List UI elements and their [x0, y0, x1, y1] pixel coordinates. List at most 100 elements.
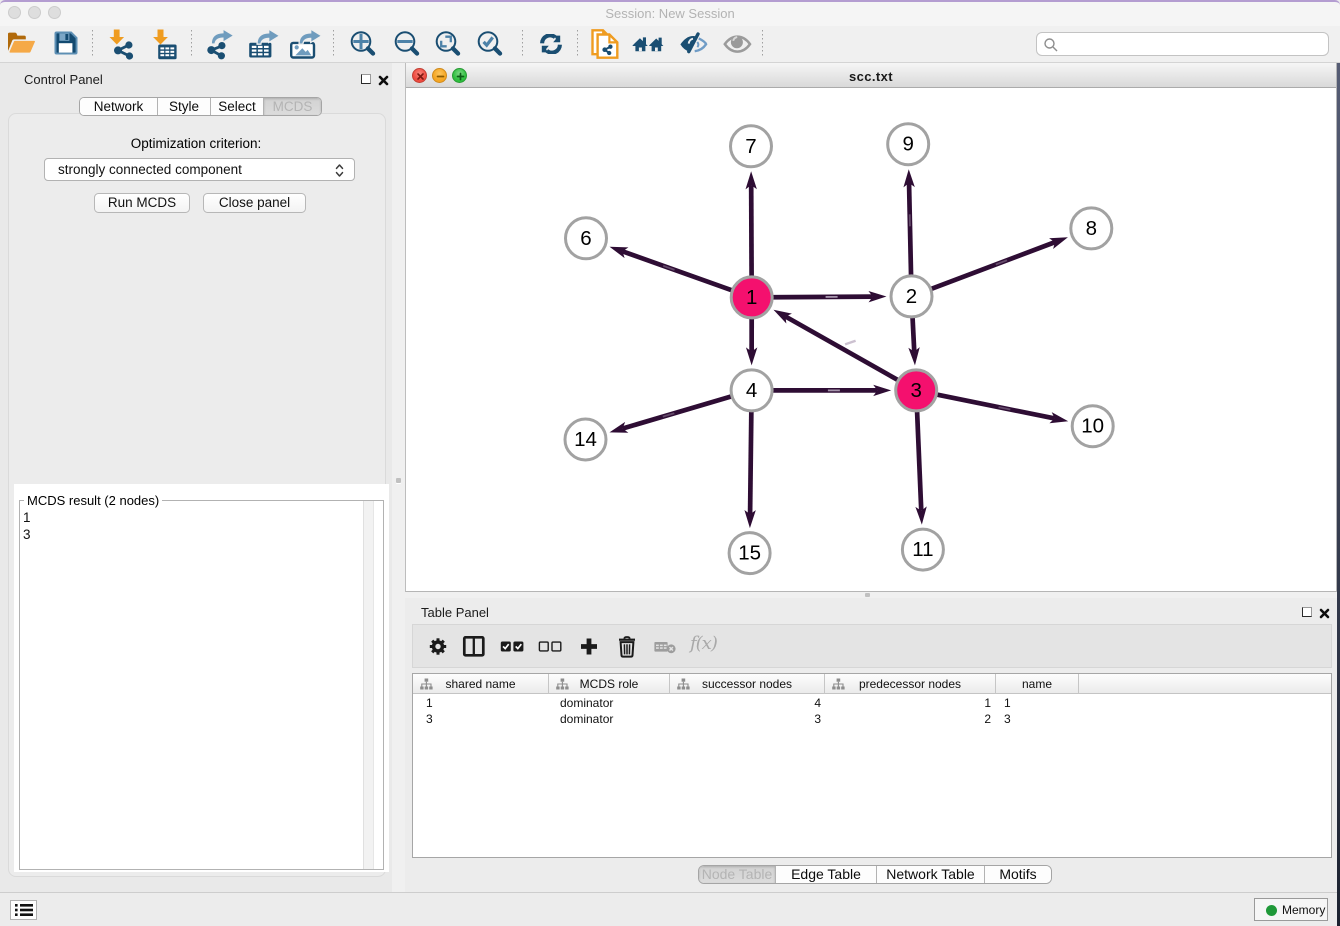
memory-button[interactable]: Memory	[1254, 898, 1328, 921]
eye-glyph	[723, 33, 753, 55]
toolbar-separator	[191, 30, 192, 56]
close-panel-button[interactable]: Close panel	[203, 193, 306, 213]
table-cell[interactable]: dominator	[549, 711, 670, 727]
open-session-icon[interactable]	[7, 31, 37, 61]
edge-2-9[interactable]	[909, 183, 911, 275]
close-x-glyph	[1319, 608, 1330, 619]
network-window: scc.txt 1234678910111415	[405, 63, 1337, 592]
search-input[interactable]	[1063, 34, 1323, 54]
table-cell[interactable]: 1	[825, 695, 996, 711]
tab-mcds[interactable]: MCDS	[264, 98, 321, 115]
import-table-icon[interactable]	[151, 29, 179, 59]
share-document-icon[interactable]	[588, 27, 620, 57]
edge-1-2[interactable]	[773, 297, 873, 298]
edge-3-1[interactable]	[785, 316, 897, 380]
table-cell[interactable]: 3	[413, 711, 549, 727]
column-header-shared-name[interactable]: shared name	[413, 674, 549, 694]
zoom-in-icon[interactable]	[348, 28, 376, 58]
tab-select[interactable]: Select	[211, 98, 264, 115]
column-type-icon	[832, 678, 845, 690]
toolbar-separator	[522, 30, 523, 56]
add-icon[interactable]	[575, 634, 603, 660]
column-header-MCDS-role[interactable]: MCDS role	[549, 674, 670, 694]
docshare-glyph	[588, 27, 620, 59]
tablex-glyph	[651, 634, 679, 660]
task-history-button[interactable]	[10, 900, 37, 920]
control-panel-close-icon[interactable]	[378, 75, 389, 86]
edge-2-3[interactable]	[913, 317, 915, 351]
run-mcds-button[interactable]: Run MCDS	[94, 193, 190, 213]
edge-3-10[interactable]	[937, 395, 1055, 419]
tab-motifs[interactable]: Motifs	[985, 866, 1051, 883]
table-cell[interactable]: 1	[996, 695, 1079, 711]
node-table[interactable]: shared nameMCDS rolesuccessor nodes prede…	[412, 673, 1332, 858]
network-window-title: scc.txt	[406, 69, 1336, 84]
tab-network[interactable]: Network	[80, 98, 158, 115]
table-cell[interactable]: 1	[413, 695, 549, 711]
zoom-out-icon[interactable]	[392, 28, 420, 58]
result-scrollbar[interactable]	[363, 501, 374, 869]
node-label-15: 15	[738, 542, 761, 565]
mcds-result-groupbox	[19, 500, 384, 870]
edge-4-14[interactable]	[623, 396, 732, 428]
edge-4-15[interactable]	[750, 411, 751, 514]
network-canvas[interactable]: 1234678910111415	[406, 88, 1336, 591]
zoom-fit-icon[interactable]	[433, 28, 461, 58]
table-row[interactable]: 1dominator411	[413, 695, 1331, 711]
table-header-row[interactable]: shared nameMCDS rolesuccessor nodes prede…	[413, 674, 1331, 694]
export-image-icon[interactable]	[290, 26, 324, 56]
plus-glyph	[575, 634, 603, 660]
home-icon[interactable]	[632, 33, 665, 63]
mcds-result-list[interactable]: 1 3	[23, 510, 31, 543]
deselect-all-icon[interactable]	[536, 634, 564, 660]
zoom-selected-icon[interactable]	[475, 28, 503, 58]
splitter-handle[interactable]	[865, 593, 870, 597]
show-columns-icon[interactable]	[460, 634, 488, 660]
cols-glyph	[460, 634, 488, 660]
column-type-icon	[556, 678, 569, 690]
tab-edge-table[interactable]: Edge Table	[776, 866, 877, 883]
show-eye-icon[interactable]	[723, 33, 753, 63]
import-network-icon[interactable]	[108, 29, 134, 59]
table-row[interactable]: 3dominator323	[413, 711, 1331, 727]
tab-network-table[interactable]: Network Table	[877, 866, 985, 883]
select-all-icon[interactable]	[498, 634, 526, 660]
zout-glyph	[392, 28, 420, 58]
table-cell[interactable]: 2	[825, 711, 996, 727]
control-panel-float-icon[interactable]	[361, 74, 371, 84]
criterion-select[interactable]: strongly connected component	[44, 158, 355, 181]
tab-style[interactable]: Style	[158, 98, 211, 115]
table-panel-float-icon[interactable]	[1302, 607, 1312, 617]
refresh-icon[interactable]	[540, 34, 562, 64]
table-cell[interactable]: 4	[670, 695, 825, 711]
table-panel-close-icon[interactable]	[1319, 608, 1330, 619]
table-cell[interactable]: dominator	[549, 695, 670, 711]
main-toolbar	[0, 26, 1340, 63]
toolbar-separator	[92, 30, 93, 56]
column-label: predecessor nodes	[859, 677, 961, 691]
delete-icon[interactable]	[613, 634, 641, 660]
table-settings-icon[interactable]	[424, 634, 452, 660]
search-box[interactable]	[1036, 32, 1329, 56]
hide-eye-icon[interactable]	[678, 30, 708, 60]
splitter-handle[interactable]	[396, 478, 401, 483]
export-table-icon[interactable]	[246, 26, 280, 56]
memory-label: Memory	[1282, 903, 1325, 917]
column-type-icon	[420, 678, 433, 690]
export-network-icon[interactable]	[203, 28, 235, 58]
edge-3-11[interactable]	[917, 411, 921, 510]
edge-1-6[interactable]	[623, 251, 732, 290]
network-window-titlebar[interactable]: scc.txt	[406, 63, 1336, 88]
tab-node-table[interactable]: Node Table	[699, 866, 776, 883]
trash-glyph	[613, 634, 641, 660]
table-cell[interactable]: 3	[670, 711, 825, 727]
column-header-successor-nodes[interactable]: successor nodes	[670, 674, 825, 694]
vertical-splitter[interactable]	[392, 63, 405, 892]
table-cell[interactable]: 3	[996, 711, 1079, 727]
edge-2-8[interactable]	[931, 242, 1055, 289]
column-header-name[interactable]: name	[996, 674, 1079, 694]
control-panel-tabs: NetworkStyleSelectMCDS	[79, 97, 322, 116]
list-icon	[15, 903, 33, 917]
column-header-predecessor-nodes[interactable]: predecessor nodes	[825, 674, 996, 694]
save-session-icon[interactable]	[53, 30, 79, 60]
